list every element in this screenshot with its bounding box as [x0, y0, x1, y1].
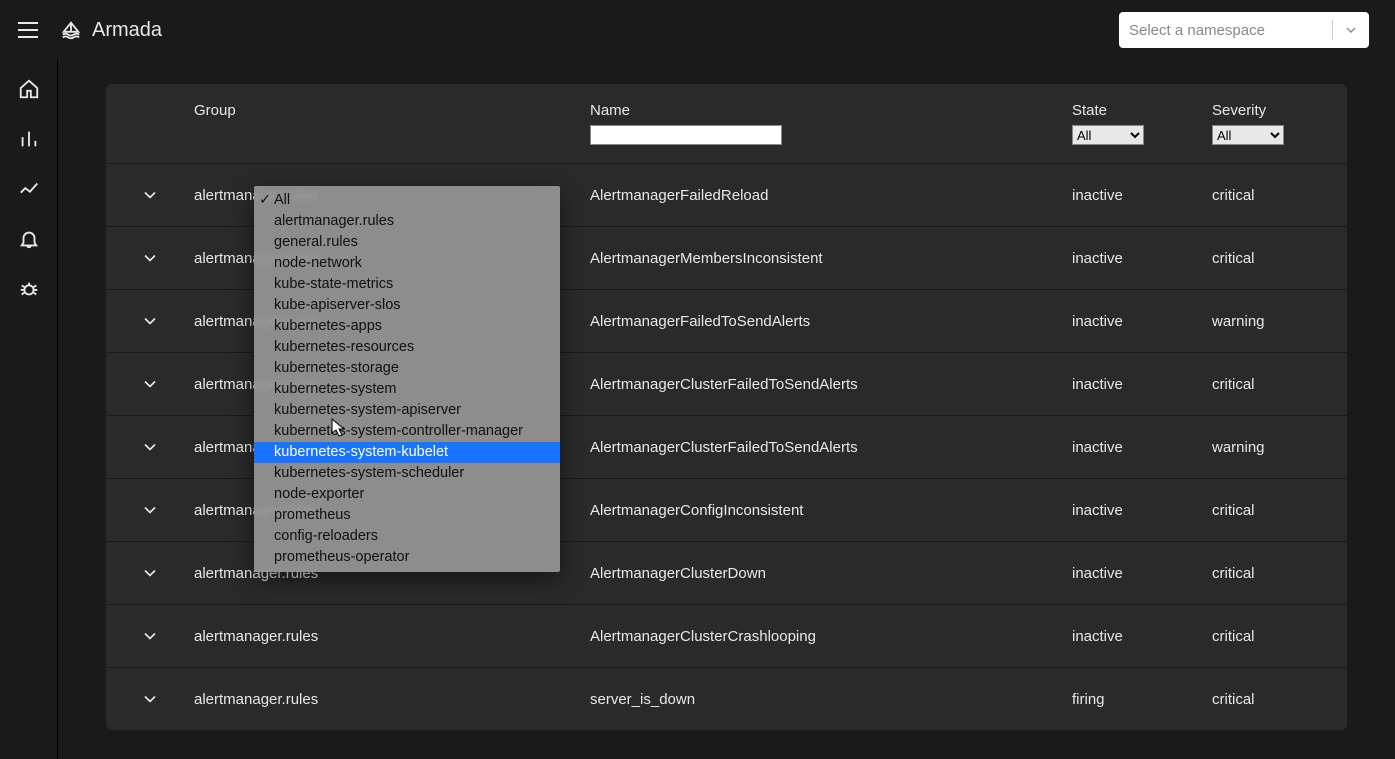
cell-severity: warning	[1212, 439, 1352, 456]
cell-name: AlertmanagerMembersInconsistent	[590, 250, 1072, 267]
severity-label: Severity	[1212, 102, 1352, 119]
severity-select[interactable]: All	[1212, 125, 1284, 145]
chevron-down-icon	[1343, 22, 1359, 38]
logo-icon	[60, 19, 82, 41]
cell-state: firing	[1072, 691, 1212, 708]
group-label: Group	[194, 102, 590, 119]
expand-button[interactable]	[106, 563, 194, 583]
cell-name: AlertmanagerConfigInconsistent	[590, 502, 1072, 519]
cell-name: AlertmanagerFailedToSendAlerts	[590, 313, 1072, 330]
name-label: Name	[590, 102, 1072, 119]
group-option[interactable]: node-network	[254, 253, 560, 274]
cell-severity: critical	[1212, 376, 1352, 393]
namespace-select[interactable]: Select a namespace	[1119, 12, 1369, 48]
cell-severity: critical	[1212, 565, 1352, 582]
group-option[interactable]: kube-state-metrics	[254, 274, 560, 295]
group-option[interactable]: kubernetes-storage	[254, 358, 560, 379]
cell-group: alertmanager.rules	[194, 691, 590, 708]
expand-button[interactable]	[106, 374, 194, 394]
home-icon[interactable]	[18, 78, 40, 100]
cell-group: alertmanager.rules	[194, 628, 590, 645]
sidebar	[0, 60, 58, 759]
group-option[interactable]: kubernetes-system-kubelet	[254, 442, 560, 463]
topbar: Armada Select a namespace	[0, 0, 1395, 60]
cell-severity: critical	[1212, 187, 1352, 204]
group-option[interactable]: kubernetes-system-scheduler	[254, 463, 560, 484]
cell-state: inactive	[1072, 439, 1212, 456]
divider	[1332, 20, 1333, 40]
menu-button[interactable]	[16, 18, 40, 42]
group-option[interactable]: config-reloaders	[254, 526, 560, 547]
name-input[interactable]	[590, 125, 782, 145]
cell-name: AlertmanagerClusterCrashlooping	[590, 628, 1072, 645]
cell-state: inactive	[1072, 565, 1212, 582]
group-dropdown[interactable]: Allalertmanager.rulesgeneral.rulesnode-n…	[254, 186, 560, 572]
filter-severity: Severity All	[1212, 102, 1352, 145]
filters-row: Group Name State All Severity All	[106, 84, 1347, 163]
cell-name: server_is_down	[590, 691, 1072, 708]
filter-group: Group	[194, 102, 590, 125]
group-option[interactable]: node-exporter	[254, 484, 560, 505]
state-label: State	[1072, 102, 1212, 119]
expand-button[interactable]	[106, 626, 194, 646]
bar-chart-icon[interactable]	[18, 128, 40, 150]
app-title: Armada	[92, 19, 162, 42]
filter-name: Name	[590, 102, 1072, 145]
group-option[interactable]: prometheus	[254, 505, 560, 526]
bug-icon[interactable]	[18, 278, 40, 300]
alert-row[interactable]: alertmanager.rulesAlertmanagerClusterCra…	[106, 604, 1347, 667]
cell-name: AlertmanagerClusterFailedToSendAlerts	[590, 376, 1072, 393]
group-option[interactable]: kube-apiserver-slos	[254, 295, 560, 316]
cell-severity: critical	[1212, 628, 1352, 645]
cell-state: inactive	[1072, 313, 1212, 330]
cell-severity: warning	[1212, 313, 1352, 330]
cell-state: inactive	[1072, 187, 1212, 204]
cell-severity: critical	[1212, 502, 1352, 519]
state-select[interactable]: All	[1072, 125, 1144, 145]
cell-severity: critical	[1212, 250, 1352, 267]
expand-button[interactable]	[106, 437, 194, 457]
filter-state: State All	[1072, 102, 1212, 145]
group-option[interactable]: prometheus-operator	[254, 547, 560, 568]
group-option[interactable]: kubernetes-system-controller-manager	[254, 421, 560, 442]
expand-button[interactable]	[106, 500, 194, 520]
cell-state: inactive	[1072, 250, 1212, 267]
expand-button[interactable]	[106, 248, 194, 268]
cell-state: inactive	[1072, 628, 1212, 645]
alert-row[interactable]: alertmanager.rulesserver_is_downfiringcr…	[106, 667, 1347, 730]
expand-button[interactable]	[106, 185, 194, 205]
cell-severity: critical	[1212, 691, 1352, 708]
cell-state: inactive	[1072, 376, 1212, 393]
bell-icon[interactable]	[18, 228, 40, 250]
cell-name: AlertmanagerClusterFailedToSendAlerts	[590, 439, 1072, 456]
group-option[interactable]: kubernetes-system	[254, 379, 560, 400]
group-option[interactable]: alertmanager.rules	[254, 211, 560, 232]
cell-state: inactive	[1072, 502, 1212, 519]
cell-name: AlertmanagerFailedReload	[590, 187, 1072, 204]
metrics-icon[interactable]	[18, 178, 40, 200]
group-option[interactable]: kubernetes-apps	[254, 316, 560, 337]
brand: Armada	[60, 19, 162, 42]
group-option[interactable]: All	[254, 190, 560, 211]
expand-button[interactable]	[106, 689, 194, 709]
namespace-placeholder: Select a namespace	[1129, 22, 1265, 39]
group-option[interactable]: general.rules	[254, 232, 560, 253]
group-option[interactable]: kubernetes-resources	[254, 337, 560, 358]
expand-button[interactable]	[106, 311, 194, 331]
cell-name: AlertmanagerClusterDown	[590, 565, 1072, 582]
group-option[interactable]: kubernetes-system-apiserver	[254, 400, 560, 421]
